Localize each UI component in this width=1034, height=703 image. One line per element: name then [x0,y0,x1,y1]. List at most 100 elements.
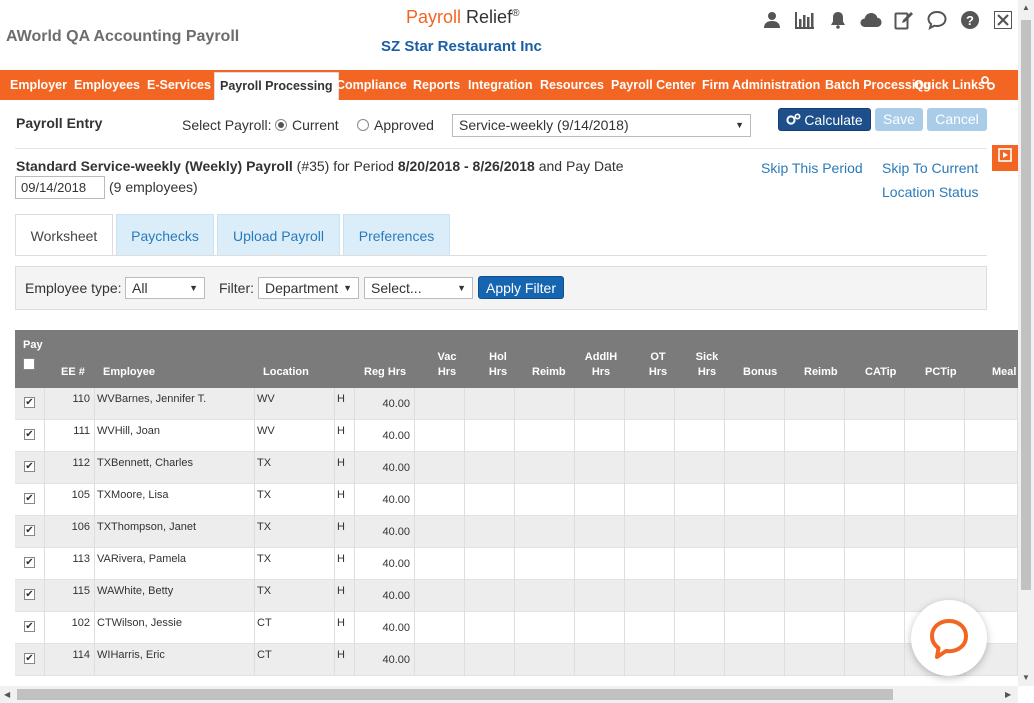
grid-cell[interactable] [905,452,965,484]
grid-cell[interactable] [625,516,675,548]
grid-cell[interactable] [965,580,1018,612]
grid-cell[interactable] [465,516,515,548]
filter-type-select[interactable]: Department ▼ [258,277,359,299]
grid-cell[interactable] [965,548,1018,580]
pay-date-field[interactable]: 09/14/2018 [15,176,105,199]
grid-cell[interactable] [625,580,675,612]
grid-cell[interactable] [515,484,575,516]
pay-checkbox[interactable]: ✔ [24,397,35,408]
tab-worksheet[interactable]: Worksheet [15,214,113,256]
radio-approved[interactable] [357,119,369,131]
grid-cell[interactable] [785,580,845,612]
grid-cell[interactable] [675,388,725,420]
grid-cell[interactable] [785,644,845,676]
close-icon[interactable] [986,9,1019,31]
reg-hours[interactable]: 40.00 [382,494,410,506]
reg-hours[interactable]: 40.00 [382,654,410,666]
grid-cell[interactable] [725,516,785,548]
grid-cell[interactable] [845,452,905,484]
grid-cell[interactable] [845,644,905,676]
grid-cell[interactable] [675,548,725,580]
grid-cell[interactable] [905,484,965,516]
grid-cell[interactable] [575,388,625,420]
grid-cell[interactable] [965,516,1018,548]
grid-cell[interactable] [625,644,675,676]
grid-cell[interactable] [515,644,575,676]
grid-cell[interactable] [785,388,845,420]
col-reimb[interactable]: Reimb [532,365,566,380]
grid-cell[interactable] [845,516,905,548]
nav-integration[interactable]: Integration [468,70,533,100]
bell-icon[interactable] [821,9,854,31]
nav-resources[interactable]: Resources [540,70,604,100]
pay-checkbox[interactable]: ✔ [24,653,35,664]
col-sick-hrs[interactable]: Sick Hrs [687,350,727,380]
col-ee[interactable]: EE # [61,365,85,380]
grid-cell[interactable] [415,612,465,644]
col-vac-hrs[interactable]: Vac Hrs [427,350,467,380]
employee-type-select[interactable]: All ▼ [125,277,205,299]
scroll-down-icon[interactable]: ▼ [1022,673,1030,682]
col-addlh-hrs[interactable]: AddlH Hrs [581,350,621,380]
grid-cell[interactable] [965,388,1018,420]
grid-cell[interactable] [905,548,965,580]
grid-cell[interactable] [965,484,1018,516]
grid-cell[interactable] [845,420,905,452]
reg-hours[interactable]: 40.00 [382,398,410,410]
grid-cell[interactable] [785,452,845,484]
grid-cell[interactable] [845,612,905,644]
grid-cell[interactable] [415,644,465,676]
grid-cell[interactable] [675,580,725,612]
link-icon[interactable] [981,76,997,92]
employee-name[interactable]: CTWilson, Jessie [97,617,182,629]
employee-name[interactable]: TXMoore, Lisa [97,489,169,501]
payroll-select[interactable]: Service-weekly (9/14/2018) ▼ [452,114,751,137]
grid-cell[interactable] [725,452,785,484]
reg-hours[interactable]: 40.00 [382,558,410,570]
reg-hours[interactable]: 40.00 [382,622,410,634]
scroll-up-icon[interactable]: ▲ [1022,3,1030,12]
reg-hours[interactable]: 40.00 [382,462,410,474]
col-bonus[interactable]: Bonus [743,365,777,380]
grid-cell[interactable] [675,644,725,676]
skip-to-current-link[interactable]: Skip To Current [882,160,978,176]
grid-cell[interactable] [415,516,465,548]
pay-checkbox[interactable]: ✔ [24,461,35,472]
employee-name[interactable]: VARivera, Pamela [97,553,186,565]
grid-cell[interactable] [575,580,625,612]
grid-cell[interactable] [515,388,575,420]
grid-cell[interactable] [965,452,1018,484]
col-reg-hrs[interactable]: Reg Hrs [364,365,406,380]
grid-cell[interactable] [785,548,845,580]
nav-reports[interactable]: Reports [413,70,460,100]
grid-cell[interactable] [515,420,575,452]
scroll-left-icon[interactable]: ◀ [4,690,10,699]
col-meal[interactable]: Meal [992,365,1016,380]
grid-cell[interactable] [905,388,965,420]
tab-upload-payroll[interactable]: Upload Payroll [217,214,340,256]
apply-filter-button[interactable]: Apply Filter [478,276,564,299]
tab-paychecks[interactable]: Paychecks [116,214,214,256]
filter-value-select[interactable]: Select... ▼ [364,277,473,299]
grid-cell[interactable] [725,548,785,580]
grid-cell[interactable] [415,420,465,452]
grid-cell[interactable] [465,484,515,516]
grid-cell[interactable] [575,644,625,676]
grid-cell[interactable] [465,548,515,580]
grid-cell[interactable] [725,612,785,644]
grid-cell[interactable] [625,420,675,452]
nav-e-services[interactable]: E-Services [147,70,211,100]
employee-name[interactable]: TXThompson, Janet [97,521,196,533]
col-location[interactable]: Location [263,365,309,380]
reg-hours[interactable]: 40.00 [382,430,410,442]
help-icon[interactable]: ? [953,9,986,31]
pay-checkbox[interactable]: ✔ [24,493,35,504]
grid-cell[interactable] [785,612,845,644]
pay-checkbox[interactable]: ✔ [24,525,35,536]
user-icon[interactable] [755,9,788,31]
pay-checkbox[interactable]: ✔ [24,589,35,600]
col-hol-hrs[interactable]: Hol Hrs [478,350,518,380]
col-pctip[interactable]: PCTip [925,365,957,380]
nav-employer[interactable]: Employer [10,70,67,100]
grid-cell[interactable] [465,388,515,420]
